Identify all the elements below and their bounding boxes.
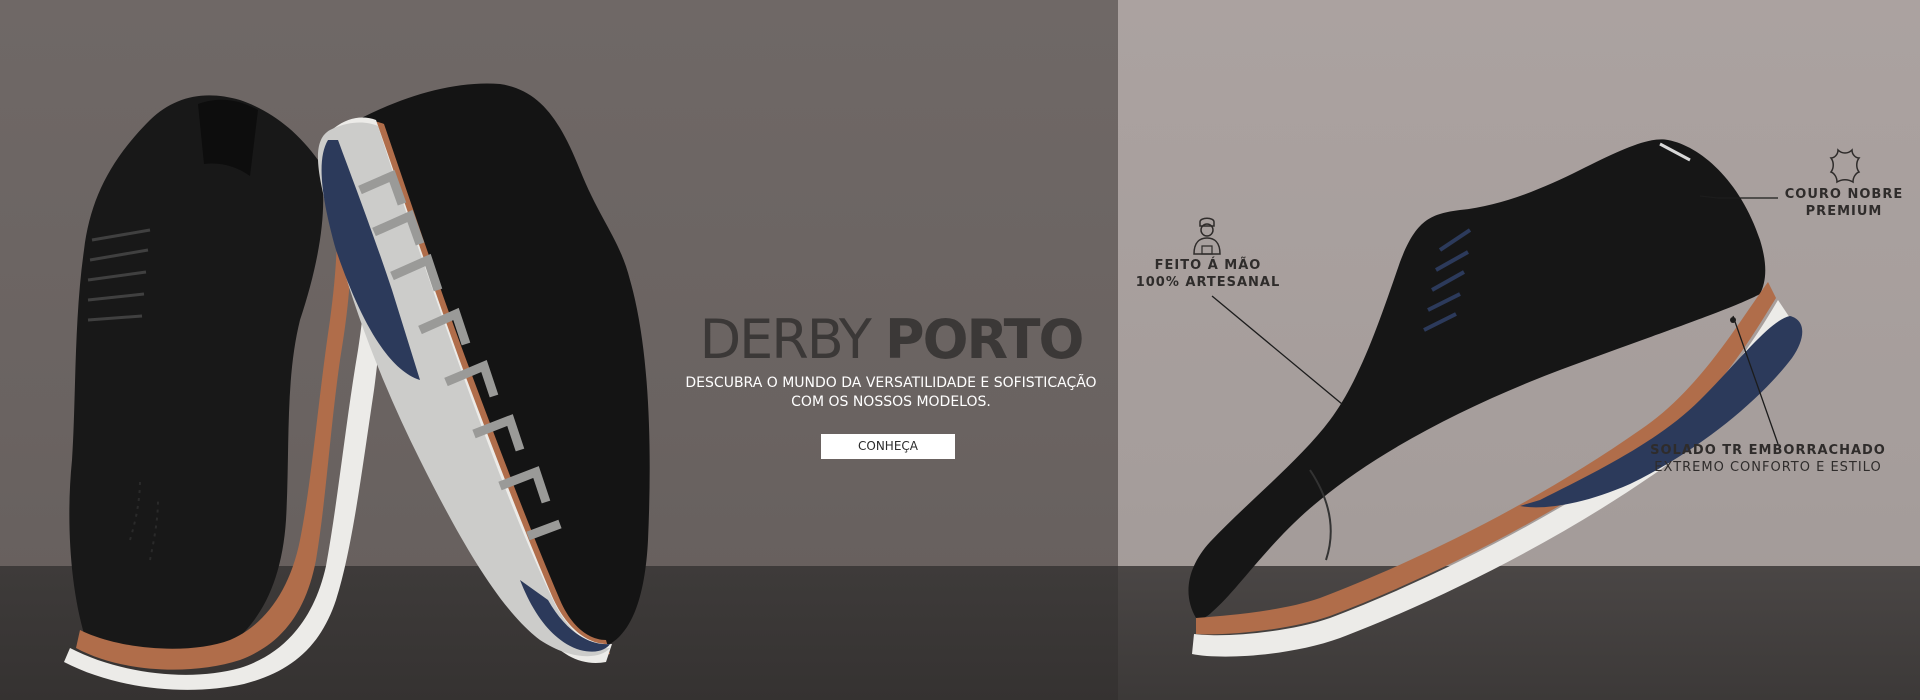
headline-light: DERBY — [699, 308, 872, 371]
subtext-line1: DESCUBRA O MUNDO DA VERSATILIDADE E SOFI… — [685, 375, 1097, 391]
feature-leather: COURO NOBRE PREMIUM — [1770, 186, 1918, 220]
feature-leather-line1: COURO NOBRE — [1784, 187, 1904, 202]
feature-leather-line2: PREMIUM — [1805, 204, 1883, 219]
hero-banner: DERBY PORTO DESCUBRA O MUNDO DA VERSATIL… — [0, 0, 1920, 700]
feature-handmade: FEITO Á MÃO 100% ARTESANAL — [1128, 257, 1288, 291]
subtext-line2: COM OS NOSSOS MODELOS. — [791, 394, 991, 410]
feature-sole: SOLADO TR EMBORRACHADO EXTREMO CONFORTO … — [1640, 442, 1896, 476]
headline-title: DERBY PORTO — [684, 304, 1098, 376]
feature-sole-line2: EXTREMO CONFORTO E ESTILO — [1654, 460, 1882, 475]
headline-subtext: DESCUBRA O MUNDO DA VERSATILIDADE E SOFI… — [660, 374, 1122, 412]
headline-bold: PORTO — [885, 308, 1084, 371]
feature-sole-line1: SOLADO TR EMBORRACHADO — [1650, 443, 1886, 458]
feature-handmade-line2: 100% ARTESANAL — [1135, 275, 1281, 290]
leather-hide-icon — [1829, 148, 1861, 184]
sole-callout-dot — [1730, 317, 1736, 323]
craftsman-icon — [1193, 217, 1221, 255]
handmade-callout-line — [1211, 295, 1343, 405]
right-shoe-image — [1188, 139, 1803, 657]
feature-handmade-line1: FEITO Á MÃO — [1154, 258, 1262, 273]
conheca-button[interactable]: CONHEÇA — [821, 434, 955, 459]
